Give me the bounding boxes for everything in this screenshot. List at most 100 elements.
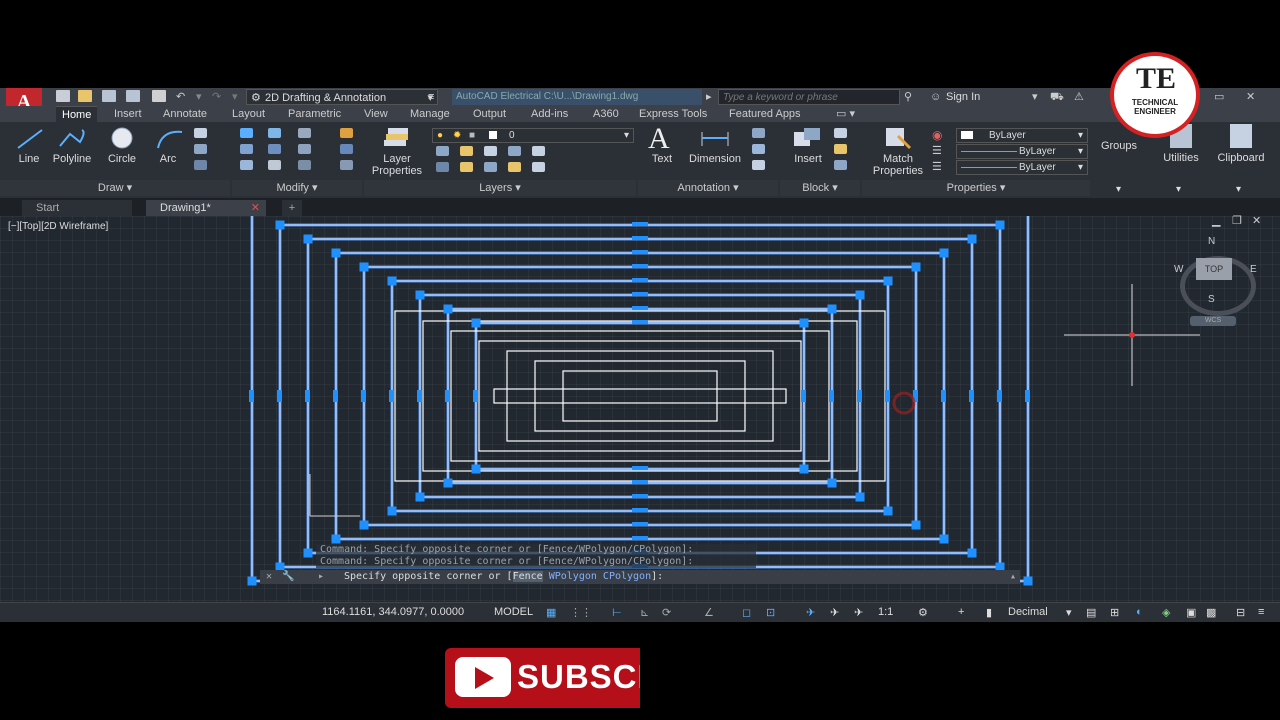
quick-properties-icon[interactable]: ▤: [1086, 606, 1096, 619]
tab-insert[interactable]: Insert: [114, 106, 142, 122]
isolate-objects-icon[interactable]: ◐: [1136, 606, 1143, 618]
grip-handle[interactable]: [415, 492, 425, 502]
viewport-restore-icon[interactable]: ❐: [1232, 214, 1242, 227]
tab-a360[interactable]: A360: [593, 106, 619, 122]
compass-north[interactable]: N: [1208, 236, 1215, 247]
grip-handle[interactable]: [632, 522, 648, 526]
grip-handle[interactable]: [632, 494, 648, 498]
command-history-toggle-icon[interactable]: ▴: [1010, 570, 1016, 584]
hardware-acceleration-icon[interactable]: ◈: [1162, 606, 1170, 619]
close-command-icon[interactable]: ✕: [266, 570, 272, 584]
circle-button[interactable]: Circle: [104, 153, 140, 165]
option-fence[interactable]: Fence: [512, 571, 543, 582]
inner-rectangle[interactable]: [493, 388, 787, 404]
grip-handle[interactable]: [249, 390, 254, 402]
grip-handle[interactable]: [941, 390, 946, 402]
units-dropdown-icon[interactable]: ▾: [1066, 606, 1072, 619]
polyline-button[interactable]: Polyline: [46, 153, 98, 165]
option-wpolygon[interactable]: WPolygon: [549, 571, 597, 582]
grip-handle[interactable]: [415, 290, 425, 300]
layer-tool-5-icon[interactable]: [532, 146, 545, 156]
tab-output[interactable]: Output: [473, 106, 506, 122]
grip-handle[interactable]: [247, 576, 257, 586]
annotation-panel-title[interactable]: Annotation ▾: [638, 180, 778, 196]
lock-ui-icon[interactable]: ⊞: [1110, 606, 1119, 619]
grip-handle[interactable]: [997, 390, 1002, 402]
grip-handle[interactable]: [885, 390, 890, 402]
viewport-minimize-icon[interactable]: ▁: [1212, 214, 1220, 227]
grip-handle[interactable]: [471, 318, 481, 328]
new-tab-button[interactable]: +: [282, 200, 302, 216]
layer-tool-6-icon[interactable]: [436, 162, 449, 172]
save-as-icon[interactable]: [126, 90, 140, 102]
grip-handle[interactable]: [632, 306, 648, 310]
close-tab-icon[interactable]: ✕: [251, 200, 260, 216]
leader-icon[interactable]: [752, 128, 765, 138]
search-expand-icon[interactable]: ▸: [706, 89, 712, 105]
grip-handle[interactable]: [331, 248, 341, 258]
grip-handle[interactable]: [967, 548, 977, 558]
tab-drawing1[interactable]: Drawing1* ✕: [146, 200, 266, 216]
selected-rectangle-core[interactable]: [279, 224, 1001, 568]
wcs-menu[interactable]: WCS: [1190, 316, 1236, 326]
grip-handle[interactable]: [799, 318, 809, 328]
customization-icon[interactable]: ▩: [1206, 606, 1216, 619]
linetype-icon[interactable]: ☰: [932, 144, 942, 157]
fullscreen-icon[interactable]: ⊟: [1236, 606, 1245, 619]
grip-handle[interactable]: [303, 548, 313, 558]
qat-customize-icon[interactable]: ≡: [428, 89, 434, 105]
grip-handle[interactable]: [939, 534, 949, 544]
grip-handle[interactable]: [995, 220, 1005, 230]
tab-view[interactable]: View: [364, 106, 388, 122]
grip-handle[interactable]: [799, 464, 809, 474]
grip-handle[interactable]: [632, 264, 648, 268]
grip-handle[interactable]: [1023, 576, 1033, 586]
grip-handle[interactable]: [361, 390, 366, 402]
ribbon-minimize-icon[interactable]: ▭ ▾: [836, 106, 855, 122]
selected-rectangle[interactable]: [446, 307, 834, 485]
tab-annotate[interactable]: Annotate: [163, 106, 207, 122]
tab-home[interactable]: Home: [56, 106, 98, 123]
osnap-icon[interactable]: ◻: [742, 606, 751, 619]
print-icon[interactable]: [152, 90, 166, 102]
workspace-select[interactable]: ⚙ 2D Drafting & Annotation ▾: [246, 89, 438, 105]
annotation-scale-icon[interactable]: ✈: [854, 606, 863, 619]
tab-start[interactable]: Start: [22, 200, 132, 216]
grip-handle[interactable]: [1025, 390, 1030, 402]
grip-handle[interactable]: [333, 390, 338, 402]
layers-panel-title[interactable]: Layers ▾: [364, 180, 636, 196]
grip-handle[interactable]: [827, 304, 837, 314]
grip-handle[interactable]: [445, 390, 450, 402]
rotate-icon[interactable]: [268, 128, 281, 138]
selected-rectangle[interactable]: [390, 279, 890, 513]
redo-icon[interactable]: ↷: [212, 89, 221, 105]
tab-parametric[interactable]: Parametric: [288, 106, 341, 122]
selected-rectangle[interactable]: [474, 321, 806, 471]
arc-button[interactable]: Arc: [154, 153, 182, 165]
grip-handle[interactable]: [883, 276, 893, 286]
grip-handle[interactable]: [443, 304, 453, 314]
color-wheel-icon[interactable]: ◉: [932, 128, 942, 142]
layer-tool-8-icon[interactable]: [484, 162, 497, 172]
restore-window-icon[interactable]: ▭: [1214, 89, 1224, 105]
grip-handle[interactable]: [801, 390, 806, 402]
units-value[interactable]: Decimal: [1008, 606, 1048, 618]
tab-manage[interactable]: Manage: [410, 106, 450, 122]
coordinates[interactable]: 1164.1161, 344.0977, 0.0000: [322, 606, 464, 618]
fillet-icon[interactable]: [298, 144, 311, 154]
grip-handle[interactable]: [632, 236, 648, 240]
offset-icon[interactable]: [340, 160, 353, 170]
rectangle[interactable]: [394, 310, 886, 482]
groups-button[interactable]: Groups: [1096, 140, 1142, 152]
insert-button[interactable]: Insert: [788, 153, 828, 165]
clipboard-button[interactable]: Clipboard: [1212, 152, 1270, 164]
table-icon[interactable]: [752, 144, 765, 154]
workspace-switch-icon[interactable]: ⚙: [918, 606, 928, 619]
layer-tool-9-icon[interactable]: [508, 162, 521, 172]
grip-handle[interactable]: [331, 534, 341, 544]
drawing-canvas[interactable]: [−][Top][2D Wireframe] N W E S TOP WCS ▁…: [0, 214, 1280, 602]
annotation-visibility-icon[interactable]: ✈: [806, 606, 815, 619]
user-icon[interactable]: ☺: [930, 89, 941, 105]
line-button[interactable]: Line: [12, 153, 46, 165]
grip-handle[interactable]: [632, 508, 648, 512]
